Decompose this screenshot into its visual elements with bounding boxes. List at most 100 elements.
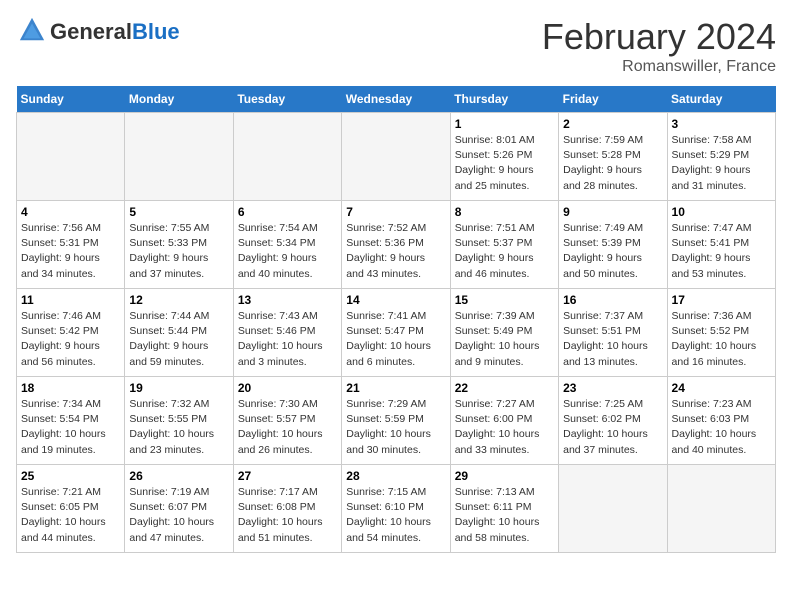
weekday-header-tuesday: Tuesday: [233, 86, 341, 113]
day-info: Sunrise: 7:25 AMSunset: 6:02 PMDaylight:…: [563, 397, 662, 458]
day-cell: 15 Sunrise: 7:39 AMSunset: 5:49 PMDayligh…: [450, 289, 558, 377]
title-area: February 2024 Romanswiller, France: [542, 16, 776, 76]
day-cell: 10 Sunrise: 7:47 AMSunset: 5:41 PMDayligh…: [667, 201, 775, 289]
day-cell: 23 Sunrise: 7:25 AMSunset: 6:02 PMDayligh…: [559, 377, 667, 465]
day-number: 15: [455, 293, 554, 307]
day-number: 24: [672, 381, 771, 395]
day-info: Sunrise: 7:43 AMSunset: 5:46 PMDaylight:…: [238, 309, 337, 370]
logo-icon: [18, 16, 46, 44]
day-cell: 22Sunrise: 7:27 AMSunset: 6:00 PMDayligh…: [450, 377, 558, 465]
weekday-header-row: SundayMondayTuesdayWednesdayThursdayFrid…: [17, 86, 776, 113]
day-number: 21: [346, 381, 445, 395]
day-number: 29: [455, 469, 554, 483]
day-cell: 25 Sunrise: 7:21 AMSunset: 6:05 PMDayligh…: [17, 465, 125, 553]
day-info: Sunrise: 7:56 AMSunset: 5:31 PMDaylight:…: [21, 221, 120, 282]
day-cell: 18 Sunrise: 7:34 AMSunset: 5:54 PMDayligh…: [17, 377, 125, 465]
day-cell: 29 Sunrise: 7:13 AMSunset: 6:11 PMDayligh…: [450, 465, 558, 553]
day-number: 18: [21, 381, 120, 395]
week-row-3: 11 Sunrise: 7:46 AMSunset: 5:42 PMDayligh…: [17, 289, 776, 377]
logo-general-text: General: [50, 19, 132, 44]
day-info: Sunrise: 7:59 AMSunset: 5:28 PMDaylight:…: [563, 133, 662, 194]
day-cell: 19Sunrise: 7:32 AMSunset: 5:55 PMDayligh…: [125, 377, 233, 465]
day-cell: [667, 465, 775, 553]
day-info: Sunrise: 7:47 AMSunset: 5:41 PMDaylight:…: [672, 221, 771, 282]
day-cell: 1Sunrise: 8:01 AMSunset: 5:26 PMDaylight…: [450, 113, 558, 201]
day-number: 8: [455, 205, 554, 219]
day-info: Sunrise: 7:55 AMSunset: 5:33 PMDaylight:…: [129, 221, 228, 282]
day-number: 17: [672, 293, 771, 307]
weekday-header-saturday: Saturday: [667, 86, 775, 113]
day-cell: 24Sunrise: 7:23 AMSunset: 6:03 PMDayligh…: [667, 377, 775, 465]
day-info: Sunrise: 7:39 AMSunset: 5:49 PMDaylight:…: [455, 309, 554, 370]
day-number: 10: [672, 205, 771, 219]
day-cell: [559, 465, 667, 553]
week-row-4: 18 Sunrise: 7:34 AMSunset: 5:54 PMDayligh…: [17, 377, 776, 465]
logo-blue-text: Blue: [132, 19, 180, 44]
logo: GeneralBlue: [16, 16, 180, 49]
day-info: Sunrise: 7:52 AMSunset: 5:36 PMDaylight:…: [346, 221, 445, 282]
day-cell: 7 Sunrise: 7:52 AMSunset: 5:36 PMDaylight…: [342, 201, 450, 289]
day-info: Sunrise: 7:27 AMSunset: 6:00 PMDaylight:…: [455, 397, 554, 458]
day-cell: 2Sunrise: 7:59 AMSunset: 5:28 PMDaylight…: [559, 113, 667, 201]
day-cell: 16Sunrise: 7:37 AMSunset: 5:51 PMDayligh…: [559, 289, 667, 377]
weekday-header-wednesday: Wednesday: [342, 86, 450, 113]
day-info: Sunrise: 7:19 AMSunset: 6:07 PMDaylight:…: [129, 485, 228, 546]
day-number: 7: [346, 205, 445, 219]
calendar-subtitle: Romanswiller, France: [542, 58, 776, 76]
day-number: 27: [238, 469, 337, 483]
day-info: Sunrise: 7:46 AMSunset: 5:42 PMDaylight:…: [21, 309, 120, 370]
weekday-header-thursday: Thursday: [450, 86, 558, 113]
day-cell: 28Sunrise: 7:15 AMSunset: 6:10 PMDayligh…: [342, 465, 450, 553]
day-info: Sunrise: 7:17 AMSunset: 6:08 PMDaylight:…: [238, 485, 337, 546]
day-info: Sunrise: 7:37 AMSunset: 5:51 PMDaylight:…: [563, 309, 662, 370]
day-number: 23: [563, 381, 662, 395]
day-info: Sunrise: 7:30 AMSunset: 5:57 PMDaylight:…: [238, 397, 337, 458]
week-row-1: 1Sunrise: 8:01 AMSunset: 5:26 PMDaylight…: [17, 113, 776, 201]
week-row-2: 4 Sunrise: 7:56 AMSunset: 5:31 PMDaylight…: [17, 201, 776, 289]
day-info: Sunrise: 7:44 AMSunset: 5:44 PMDaylight:…: [129, 309, 228, 370]
day-cell: 5Sunrise: 7:55 AMSunset: 5:33 PMDaylight…: [125, 201, 233, 289]
day-cell: 14Sunrise: 7:41 AMSunset: 5:47 PMDayligh…: [342, 289, 450, 377]
weekday-header-monday: Monday: [125, 86, 233, 113]
day-cell: 17 Sunrise: 7:36 AMSunset: 5:52 PMDayligh…: [667, 289, 775, 377]
day-cell: 27 Sunrise: 7:17 AMSunset: 6:08 PMDayligh…: [233, 465, 341, 553]
page-header: GeneralBlue February 2024 Romanswiller, …: [16, 16, 776, 76]
day-number: 26: [129, 469, 228, 483]
weekday-header-sunday: Sunday: [17, 86, 125, 113]
day-number: 25: [21, 469, 120, 483]
day-number: 4: [21, 205, 120, 219]
day-number: 19: [129, 381, 228, 395]
day-cell: [125, 113, 233, 201]
day-info: Sunrise: 7:51 AMSunset: 5:37 PMDaylight:…: [455, 221, 554, 282]
day-cell: 12 Sunrise: 7:44 AMSunset: 5:44 PMDayligh…: [125, 289, 233, 377]
day-number: 14: [346, 293, 445, 307]
day-cell: 11 Sunrise: 7:46 AMSunset: 5:42 PMDayligh…: [17, 289, 125, 377]
day-number: 20: [238, 381, 337, 395]
weekday-header-friday: Friday: [559, 86, 667, 113]
day-info: Sunrise: 7:49 AMSunset: 5:39 PMDaylight:…: [563, 221, 662, 282]
day-cell: 4 Sunrise: 7:56 AMSunset: 5:31 PMDaylight…: [17, 201, 125, 289]
day-cell: 26 Sunrise: 7:19 AMSunset: 6:07 PMDayligh…: [125, 465, 233, 553]
day-info: Sunrise: 7:15 AMSunset: 6:10 PMDaylight:…: [346, 485, 445, 546]
day-info: Sunrise: 7:54 AMSunset: 5:34 PMDaylight:…: [238, 221, 337, 282]
day-info: Sunrise: 7:36 AMSunset: 5:52 PMDaylight:…: [672, 309, 771, 370]
week-row-5: 25 Sunrise: 7:21 AMSunset: 6:05 PMDayligh…: [17, 465, 776, 553]
day-cell: [342, 113, 450, 201]
day-cell: [233, 113, 341, 201]
day-cell: [17, 113, 125, 201]
day-number: 3: [672, 117, 771, 131]
day-number: 1: [455, 117, 554, 131]
day-cell: 20 Sunrise: 7:30 AMSunset: 5:57 PMDayligh…: [233, 377, 341, 465]
day-info: Sunrise: 7:34 AMSunset: 5:54 PMDaylight:…: [21, 397, 120, 458]
day-info: Sunrise: 7:21 AMSunset: 6:05 PMDaylight:…: [21, 485, 120, 546]
calendar-title: February 2024: [542, 16, 776, 58]
day-cell: 3 Sunrise: 7:58 AMSunset: 5:29 PMDaylight…: [667, 113, 775, 201]
day-number: 13: [238, 293, 337, 307]
day-cell: 13 Sunrise: 7:43 AMSunset: 5:46 PMDayligh…: [233, 289, 341, 377]
day-number: 9: [563, 205, 662, 219]
day-info: Sunrise: 7:13 AMSunset: 6:11 PMDaylight:…: [455, 485, 554, 546]
day-number: 11: [21, 293, 120, 307]
day-number: 12: [129, 293, 228, 307]
day-info: Sunrise: 7:58 AMSunset: 5:29 PMDaylight:…: [672, 133, 771, 194]
calendar-table: SundayMondayTuesdayWednesdayThursdayFrid…: [16, 86, 776, 553]
